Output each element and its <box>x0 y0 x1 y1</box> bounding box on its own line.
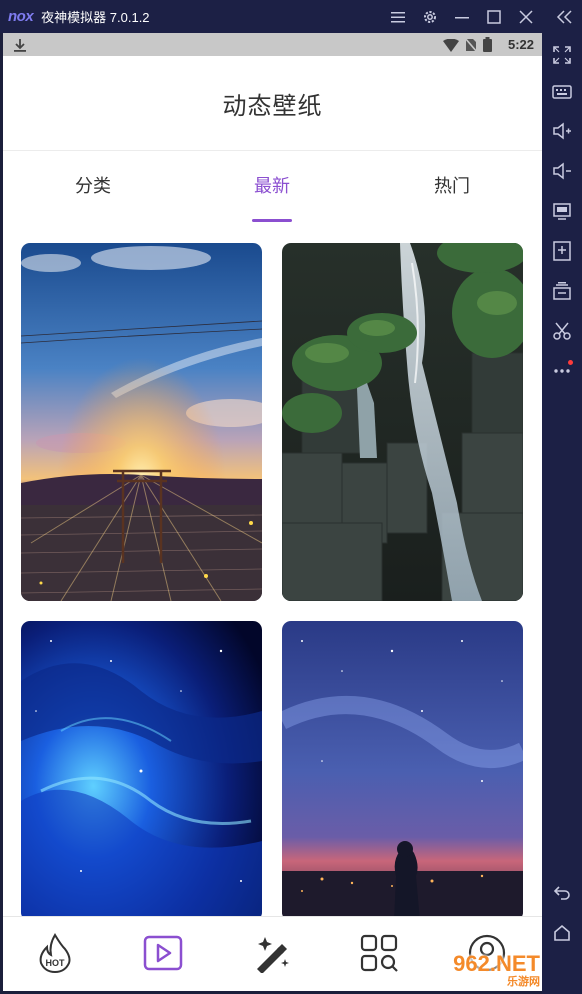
battery-icon <box>483 37 492 56</box>
app-header: 动态壁纸 <box>3 56 542 151</box>
emulator-title: 夜神模拟器 7.0.1.2 <box>41 10 150 25</box>
menu-icon[interactable] <box>384 0 412 33</box>
android-screen: 5:22 动态壁纸 分类 最新 热门 HOT 962.NET 乐游网 <box>3 33 542 991</box>
wallpaper-card-nebula[interactable] <box>21 621 262 921</box>
install-apk-icon[interactable] <box>548 237 576 265</box>
home-icon[interactable] <box>548 919 576 947</box>
hot-icon[interactable]: HOT <box>33 931 77 975</box>
page-title: 动态壁纸 <box>222 92 323 120</box>
fullscreen-icon[interactable] <box>548 41 576 69</box>
tab-popular[interactable]: 热门 <box>392 172 512 198</box>
bottom-nav: HOT 962.NET 乐游网 <box>3 916 542 991</box>
screen-icon[interactable] <box>548 197 576 225</box>
wallpaper-card-starry-night[interactable] <box>282 621 523 921</box>
magic-wand-icon[interactable] <box>249 931 293 975</box>
tab-latest[interactable]: 最新 <box>212 172 332 198</box>
scissors-icon[interactable] <box>548 317 576 345</box>
close-icon[interactable] <box>512 0 540 33</box>
maximize-icon[interactable] <box>480 0 508 33</box>
keyboard-icon[interactable] <box>548 77 576 105</box>
minimize-icon[interactable] <box>448 0 476 33</box>
android-statusbar: 5:22 <box>3 33 542 56</box>
tab-bar: 分类 最新 热门 <box>3 152 542 226</box>
no-sim-icon <box>464 37 478 56</box>
video-play-icon[interactable] <box>141 931 185 975</box>
wifi-icon <box>443 37 459 56</box>
wallpaper-card-waterfall[interactable] <box>282 243 523 601</box>
emulator-titlebar: nox 夜神模拟器 7.0.1.2 <box>0 0 582 33</box>
settings-gear-icon[interactable] <box>416 0 444 33</box>
tab-category[interactable]: 分类 <box>33 172 153 198</box>
status-time: 5:22 <box>507 37 534 52</box>
svg-text:HOT: HOT <box>46 958 66 968</box>
category-search-icon[interactable] <box>357 931 401 975</box>
volume-down-icon[interactable] <box>548 157 576 185</box>
emulator-sidebar <box>542 33 582 994</box>
watermark-962net: 962.NET 乐游网 <box>453 951 540 988</box>
nox-logo: nox <box>8 8 34 25</box>
back-icon[interactable] <box>548 879 576 907</box>
collapse-sidebar-icon[interactable] <box>550 0 578 33</box>
volume-up-icon[interactable] <box>548 117 576 145</box>
notification-dot <box>568 360 573 365</box>
multi-instance-icon[interactable] <box>548 277 576 305</box>
active-tab-indicator <box>252 219 292 222</box>
wallpaper-card-sunset[interactable] <box>21 243 262 601</box>
download-icon <box>13 37 27 56</box>
